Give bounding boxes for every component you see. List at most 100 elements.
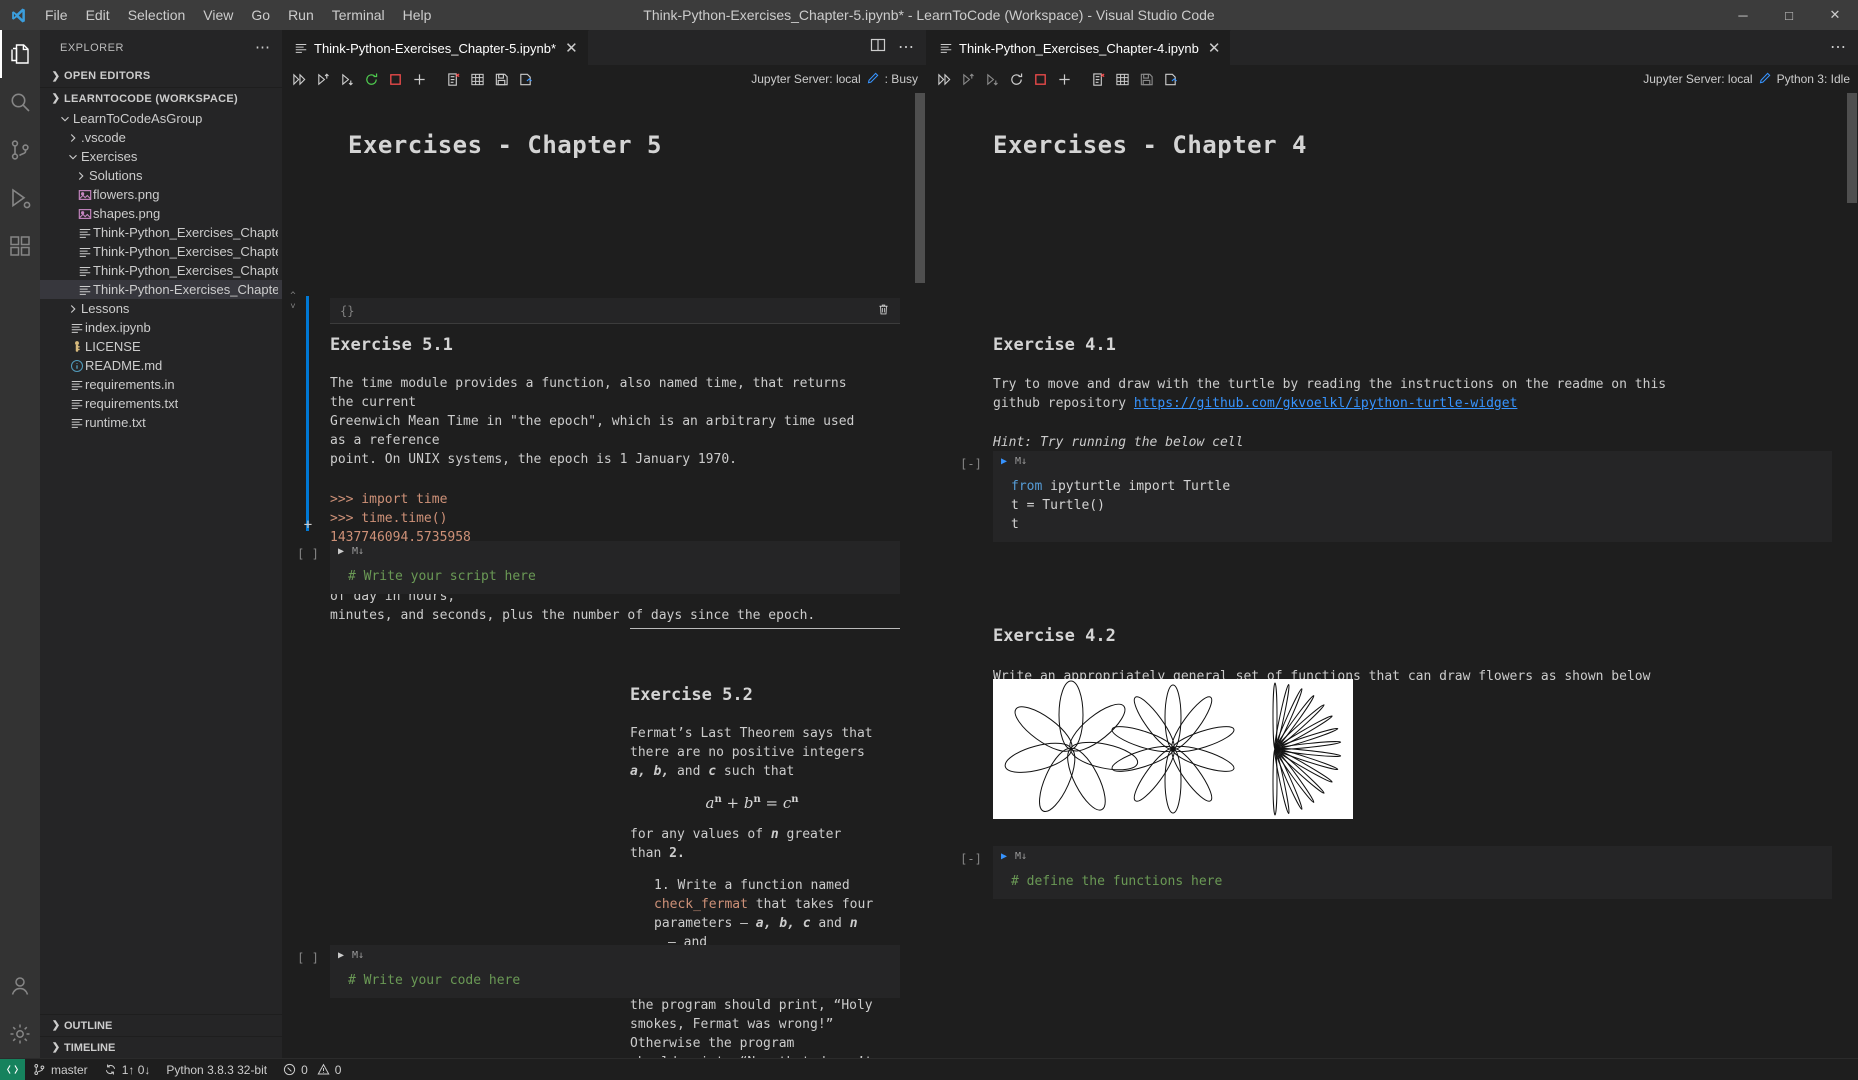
menu-item-file[interactable]: File [36, 0, 77, 30]
kernel-status-label[interactable]: Python 3: Idle [1777, 72, 1850, 86]
run-below-icon[interactable] [336, 68, 358, 90]
minimize-button[interactable]: ─ [1720, 0, 1766, 30]
run-all-icon[interactable] [288, 68, 310, 90]
tree-item-solutions[interactable]: Solutions [40, 166, 282, 185]
code-cell-ex52[interactable]: [ ] ▶ M↓ # Write your code here [286, 945, 900, 998]
notebook-canvas-right[interactable]: Exercises - Chapter 4 Exercise 4.1 Try t… [927, 93, 1858, 1058]
stop-icon[interactable] [384, 68, 406, 90]
run-cell-icon[interactable]: ▶ [1001, 456, 1007, 467]
pencil-icon[interactable] [867, 72, 879, 87]
cell-language-badge[interactable]: M↓ [1015, 456, 1027, 467]
split-editor-icon[interactable] [870, 37, 886, 58]
run-cell-icon[interactable]: ▶ [1001, 851, 1007, 862]
activitybar-explorer[interactable] [0, 30, 40, 78]
restart-icon[interactable] [1005, 68, 1027, 90]
code-cell-box[interactable]: ▶ M↓ from ipyturtle import Turtle t = Tu… [993, 451, 1832, 542]
tree-item-flowers-png[interactable]: flowers.png [40, 185, 282, 204]
code-cell-ex51[interactable]: [ ] ▶ M↓ # Write your script here [286, 541, 900, 594]
tree-item-chapter-5[interactable]: Think-Python-Exercises_Chapter-5.ipynb [40, 280, 282, 299]
tree-item-exercises[interactable]: Exercises [40, 147, 282, 166]
scrollbar-thumb[interactable] [1847, 93, 1857, 203]
tree-item-chapter-3[interactable]: Think-Python_Exercises_Chapter-3.ipynb [40, 242, 282, 261]
markdown-cell-title-left[interactable]: Exercises - Chapter 5 [282, 93, 926, 159]
status-problems-indicator[interactable]: 0 0 [275, 1059, 349, 1080]
tree-item-requirements-in[interactable]: requirements.in [40, 375, 282, 394]
run-cell-icon[interactable]: ▶ [338, 950, 344, 961]
notebook-scrollbar-left[interactable] [914, 93, 926, 1058]
markdown-cell-ex41[interactable]: Exercise 4.1 Try to move and draw with t… [993, 335, 1832, 452]
jupyter-server-label[interactable]: Jupyter Server: local [1643, 72, 1752, 86]
run-below-icon[interactable] [981, 68, 1003, 90]
stop-icon[interactable] [1029, 68, 1051, 90]
pencil-icon[interactable] [1759, 72, 1771, 87]
status-sync-indicator[interactable]: 1↑ 0↓ [96, 1059, 159, 1080]
tree-item-index-ipynb[interactable]: index.ipynb [40, 318, 282, 337]
menu-item-terminal[interactable]: Terminal [323, 0, 394, 30]
blank-cell-box[interactable]: {} [330, 298, 900, 324]
menu-item-help[interactable]: Help [394, 0, 441, 30]
chevron-down-icon[interactable]: ˅ [290, 302, 295, 313]
save-icon[interactable] [490, 68, 512, 90]
plus-icon[interactable] [408, 68, 430, 90]
code-cell-box[interactable]: ▶ M↓ # Write your code here [330, 945, 900, 998]
variables-icon[interactable] [1111, 68, 1133, 90]
tree-item-requirements-txt[interactable]: requirements.txt [40, 394, 282, 413]
clear-outputs-icon[interactable] [1087, 68, 1109, 90]
tree-item-runtime-txt[interactable]: runtime.txt [40, 413, 282, 432]
tree-item-license[interactable]: LICENSE [40, 337, 282, 356]
tree-item-lessons[interactable]: Lessons [40, 299, 282, 318]
code-cell-source[interactable]: # define the functions here [993, 866, 1832, 899]
section-open-editors[interactable]: ❯ OPEN EDITORS [40, 65, 282, 87]
code-cell-source[interactable]: # Write your script here [330, 561, 900, 594]
maximize-button[interactable]: □ [1766, 0, 1812, 30]
close-icon[interactable]: ✕ [562, 41, 578, 56]
restart-icon[interactable] [360, 68, 382, 90]
activitybar-search[interactable] [0, 78, 40, 126]
cell-fold-controls[interactable]: ^ ˅ [286, 291, 300, 321]
more-actions-icon[interactable]: ⋯ [898, 39, 914, 55]
blank-cell-left[interactable]: {} [330, 298, 900, 324]
run-all-icon[interactable] [933, 68, 955, 90]
more-actions-icon[interactable]: ⋯ [1830, 39, 1846, 55]
markdown-cell-title-right[interactable]: Exercises - Chapter 4 [927, 93, 1858, 159]
cell-language-badge[interactable]: M↓ [352, 546, 364, 557]
jupyter-server-label[interactable]: Jupyter Server: local [751, 72, 860, 86]
tree-item-learntocodeasgroup[interactable]: LearnToCodeAsGroup [40, 109, 282, 128]
status-branch-indicator[interactable]: master [25, 1059, 96, 1080]
status-python-interpreter[interactable]: Python 3.8.3 32-bit [158, 1059, 275, 1080]
activitybar-settings[interactable] [0, 1010, 40, 1058]
close-icon[interactable]: ✕ [1205, 41, 1221, 56]
activitybar-source-control[interactable] [0, 126, 40, 174]
variables-icon[interactable] [466, 68, 488, 90]
code-cell-box[interactable]: ▶ M↓ # define the functions here [993, 846, 1832, 899]
run-above-icon[interactable] [312, 68, 334, 90]
tab-chapter-5[interactable]: Think-Python-Exercises_Chapter-5.ipynb* … [282, 30, 589, 65]
section-outline[interactable]: ❯ OUTLINE [40, 1014, 282, 1036]
cell-language-badge[interactable]: M↓ [1015, 851, 1027, 862]
menu-item-selection[interactable]: Selection [119, 0, 195, 30]
menu-item-edit[interactable]: Edit [77, 0, 119, 30]
tree-item-chapter-2[interactable]: Think-Python_Exercises_Chapter-2.ipynb [40, 223, 282, 242]
code-cell-source[interactable]: # Write your code here [330, 965, 900, 998]
chevron-up-icon[interactable]: ^ [290, 291, 295, 302]
section-workspace[interactable]: ❯ LEARNTOCODE (WORKSPACE) [40, 87, 282, 109]
tree-item-vscode[interactable]: .vscode [40, 128, 282, 147]
close-button[interactable]: ✕ [1812, 0, 1858, 30]
status-remote-indicator[interactable] [0, 1058, 25, 1080]
turtle-widget-link[interactable]: https://github.com/gkvoelkl/ipython-turt… [1134, 396, 1518, 411]
tree-item-chapter-4[interactable]: Think-Python_Exercises_Chapter-4.ipynb [40, 261, 282, 280]
menu-item-run[interactable]: Run [279, 0, 323, 30]
save-icon[interactable] [1135, 68, 1157, 90]
code-cell-box[interactable]: ▶ M↓ # Write your script here [330, 541, 900, 594]
menu-item-view[interactable]: View [194, 0, 242, 30]
activitybar-accounts[interactable] [0, 962, 40, 1010]
notebook-canvas-left[interactable]: Exercises - Chapter 5 ^ ˅ + {} Exercise … [282, 93, 926, 1058]
insert-cell-button[interactable]: + [300, 517, 316, 533]
run-above-icon[interactable] [957, 68, 979, 90]
notebook-scrollbar-right[interactable] [1846, 93, 1858, 1058]
tab-chapter-4[interactable]: Think-Python_Exercises_Chapter-4.ipynb ✕ [927, 30, 1232, 65]
code-cell-source[interactable]: from ipyturtle import Turtle t = Turtle(… [993, 471, 1832, 542]
tree-item-readme[interactable]: README.md [40, 356, 282, 375]
markdown-cell-ex42[interactable]: Exercise 4.2 Write an appropriately gene… [993, 626, 1832, 686]
clear-outputs-icon[interactable] [442, 68, 464, 90]
